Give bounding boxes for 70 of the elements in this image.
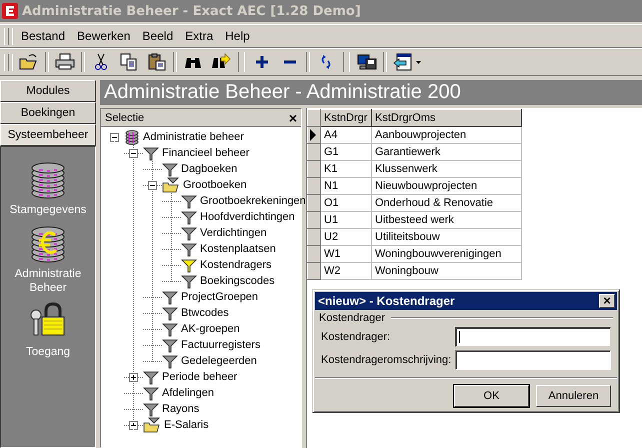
menu-item[interactable]: Bewerken	[71, 29, 136, 43]
table-cell: Woningbouwverenigingen	[372, 246, 522, 262]
table-cell: A4	[320, 126, 372, 144]
panel-title: Selectie	[105, 112, 144, 124]
table-cell: Klussenwerk	[372, 160, 522, 178]
table-cell: G1	[320, 144, 372, 160]
expander-icon[interactable]	[129, 421, 138, 430]
table-cell: Garantiewerk	[372, 144, 522, 160]
tree-item[interactable]: ProjectGroepen	[181, 291, 258, 303]
dialog-title: <nieuw> - Kostendrager	[318, 294, 455, 308]
app-logo-icon	[2, 3, 18, 19]
tree-item[interactable]: Factuurregisters	[181, 339, 260, 351]
tree-item[interactable]: Administratie beheer	[143, 131, 244, 143]
table-cell: K1	[320, 160, 372, 178]
menu-item[interactable]: Help	[219, 29, 256, 43]
table-cell: Onderhoud & Renovatie	[372, 194, 522, 212]
expander-icon[interactable]	[110, 133, 119, 142]
table-cell: Nieuwbouwprojecten	[372, 178, 522, 194]
table-cell: Uitbesteed werk	[372, 212, 522, 228]
table-cell: U2	[320, 228, 372, 246]
tree-item[interactable]: Afdelingen	[162, 387, 214, 399]
tree-item[interactable]: Boekingscodes	[200, 275, 275, 287]
table-cell: W2	[320, 262, 372, 280]
tree-item[interactable]: E-Salaris	[164, 419, 209, 431]
tree-item[interactable]: Financieel beheer	[162, 147, 250, 159]
table-cell: Utiliteitsbouw	[372, 228, 522, 246]
tree-item[interactable]: Gedelegeerden	[181, 355, 257, 367]
column-header[interactable]: KstnDrgr	[320, 110, 372, 126]
tree-item[interactable]: Grootboeken	[183, 179, 247, 191]
sidebar-tab[interactable]: Systeembeheer	[0, 124, 96, 146]
window-title: Administratie Beheer - Exact AEC [1.28 Demo]	[22, 4, 361, 18]
close-icon[interactable]: ×	[288, 110, 297, 126]
group-label: Kostendrager	[319, 312, 386, 324]
tree-item[interactable]: Verdichtingen	[200, 227, 267, 239]
row-selector[interactable]	[308, 126, 320, 144]
tree-item[interactable]: Grootboekrekeningen	[200, 195, 306, 207]
table-cell: U1	[320, 212, 372, 228]
module-label[interactable]: Administratie Beheer	[8, 267, 88, 295]
table-cell: W1	[320, 246, 372, 262]
expander-icon[interactable]	[148, 181, 157, 190]
input-field[interactable]	[455, 350, 611, 370]
tree-item[interactable]: Hoofdverdichtingen	[200, 211, 295, 223]
page-header: Administratie Beheer - Administratie 200	[100, 80, 642, 105]
table-cell: Woningbouw	[372, 262, 522, 280]
tree-item[interactable]: AK-groepen	[181, 323, 240, 335]
tree-item[interactable]: Rayons	[162, 403, 200, 415]
field-label: Kostendrager:	[321, 331, 392, 343]
table-cell: N1	[320, 178, 372, 194]
tree-item[interactable]: Btwcodes	[181, 307, 229, 319]
dialog-button[interactable]: Annuleren	[536, 385, 611, 407]
module-label[interactable]: Stamgegevens	[8, 203, 88, 217]
module-label[interactable]: Toegang	[8, 345, 88, 359]
expander-icon[interactable]	[129, 373, 138, 382]
menu-item[interactable]: Beeld	[136, 29, 180, 43]
menu-item[interactable]: Extra	[179, 29, 220, 43]
input-field[interactable]	[455, 327, 611, 347]
table-cell: Aanbouwprojecten	[372, 126, 522, 144]
field-label: Kostendrageromschrijving:	[321, 354, 452, 366]
close-button[interactable]: ×	[599, 294, 615, 308]
expander-icon[interactable]	[129, 149, 138, 158]
table-cell: O1	[320, 194, 372, 212]
tree-item[interactable]: Kostenplaatsen	[200, 243, 276, 255]
menu-item[interactable]: Bestand	[15, 29, 72, 43]
tree-item[interactable]: Kostendragers	[200, 259, 272, 271]
tree-item[interactable]: Dagboeken	[181, 163, 238, 175]
dialog-button[interactable]: OK	[454, 385, 529, 407]
sidebar-tab[interactable]: Boekingen	[0, 102, 96, 124]
tree-item[interactable]: Periode beheer	[162, 371, 238, 383]
sidebar-tab[interactable]: Modules	[0, 80, 96, 102]
column-header[interactable]: KstDrgrOms	[372, 110, 522, 126]
